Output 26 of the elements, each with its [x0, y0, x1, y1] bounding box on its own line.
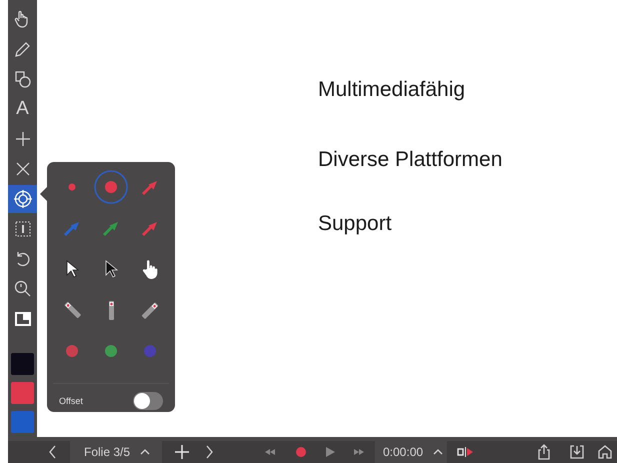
color-swatch[interactable] — [11, 411, 34, 433]
shapes-icon[interactable] — [12, 69, 32, 89]
slide-text-line: Support — [318, 211, 393, 237]
timer-selector[interactable]: 0:00:00 — [375, 441, 447, 463]
offset-label: Offset — [59, 396, 83, 406]
home-icon[interactable] — [597, 444, 613, 460]
dot-icon[interactable] — [94, 170, 128, 204]
record-icon[interactable] — [293, 444, 309, 460]
caret-icon — [433, 447, 444, 457]
screen-icon[interactable] — [12, 309, 32, 329]
camera-toggle-icon[interactable] — [457, 444, 475, 460]
slide-selector[interactable]: Folie 3/5 — [70, 441, 162, 463]
color-swatch[interactable] — [11, 382, 34, 404]
offset-toggle[interactable] — [133, 392, 163, 410]
play-icon[interactable] — [324, 444, 336, 460]
zoom-icon[interactable] — [12, 279, 32, 299]
plus-icon[interactable] — [174, 444, 190, 460]
share-icon[interactable] — [537, 444, 551, 460]
caret-icon — [140, 447, 150, 457]
color-swatch[interactable] — [11, 353, 34, 375]
selection-frame-icon[interactable] — [12, 219, 32, 239]
slide-text-line: Multimediafähig — [318, 77, 466, 103]
slide-text-line: Diverse Plattformen — [318, 147, 502, 173]
text-tool[interactable]: A — [16, 99, 29, 119]
import-icon[interactable] — [569, 444, 585, 460]
crosshair-icon[interactable] — [12, 189, 32, 209]
